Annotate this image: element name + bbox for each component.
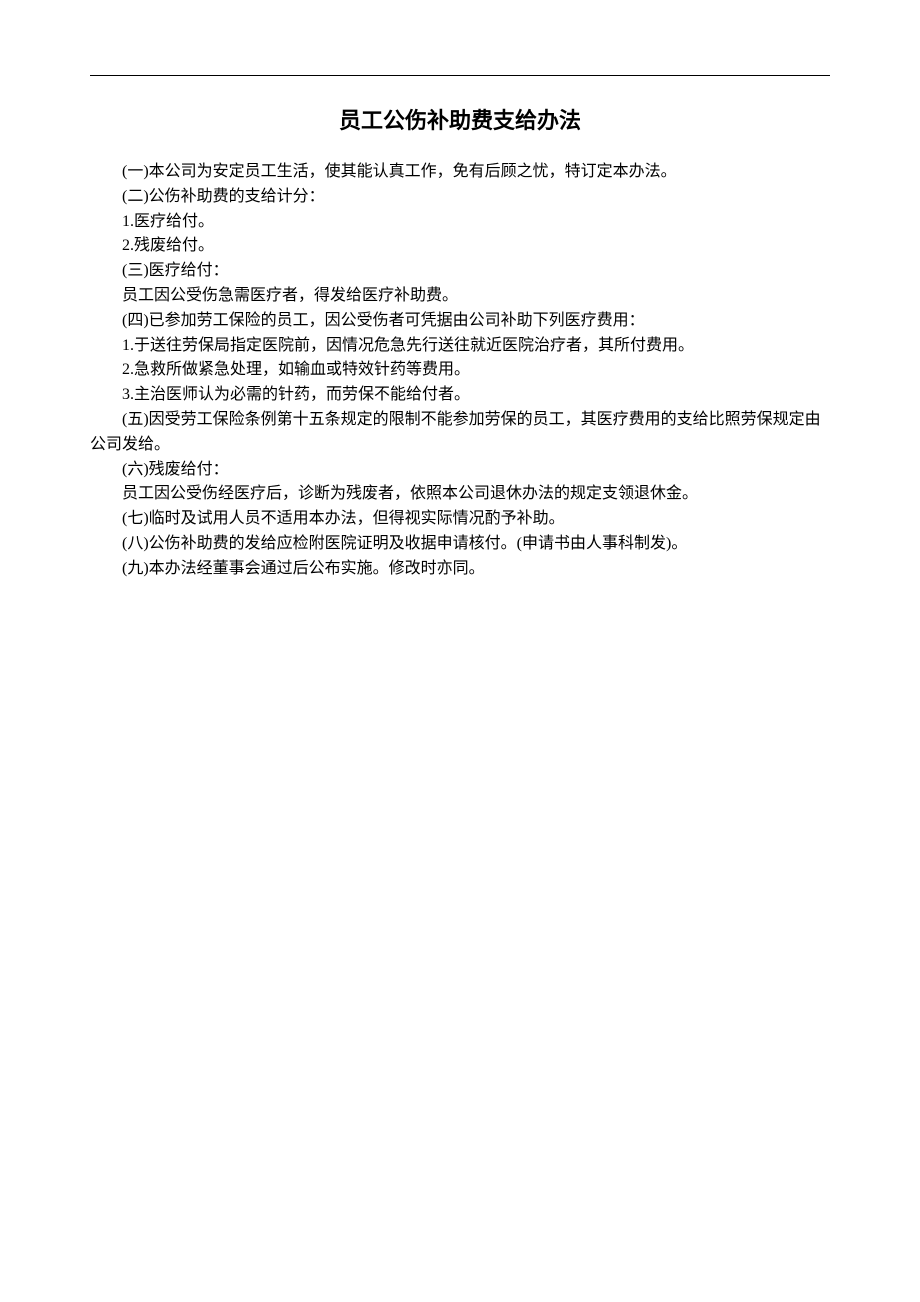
paragraph: 员工因公受伤经医疗后，诊断为残废者，依照本公司退休办法的规定支领退休金。	[90, 482, 830, 507]
paragraph: (二)公伤补助费的支给计分：	[90, 185, 830, 210]
paragraph: (六)残废给付：	[90, 458, 830, 483]
paragraph: (九)本办法经董事会通过后公布实施。修改时亦同。	[90, 557, 830, 582]
paragraph: 3.主治医师认为必需的针药，而劳保不能给付者。	[90, 383, 830, 408]
document-title: 员工公伤补助费支给办法	[90, 104, 830, 138]
paragraph: (八)公伤补助费的发给应检附医院证明及收据申请核付。(申请书由人事科制发)。	[90, 532, 830, 557]
paragraph: (七)临时及试用人员不适用本办法，但得视实际情况酌予补助。	[90, 507, 830, 532]
paragraph: (五)因受劳工保险条例第十五条规定的限制不能参加劳保的员工，其医疗费用的支给比照…	[90, 408, 830, 458]
paragraph: 2.急救所做紧急处理，如输血或特效针药等费用。	[90, 358, 830, 383]
horizontal-rule	[90, 75, 830, 76]
paragraph: 1.于送往劳保局指定医院前，因情况危急先行送往就近医院治疗者，其所付费用。	[90, 334, 830, 359]
paragraph: (四)已参加劳工保险的员工，因公受伤者可凭据由公司补助下列医疗费用：	[90, 309, 830, 334]
paragraph: 2.残废给付。	[90, 234, 830, 259]
paragraph: 员工因公受伤急需医疗者，得发给医疗补助费。	[90, 284, 830, 309]
document-body: (一)本公司为安定员工生活，使其能认真工作，免有后顾之忧，特订定本办法。 (二)…	[90, 160, 830, 582]
paragraph: 1.医疗给付。	[90, 210, 830, 235]
paragraph: (三)医疗给付：	[90, 259, 830, 284]
paragraph: (一)本公司为安定员工生活，使其能认真工作，免有后顾之忧，特订定本办法。	[90, 160, 830, 185]
